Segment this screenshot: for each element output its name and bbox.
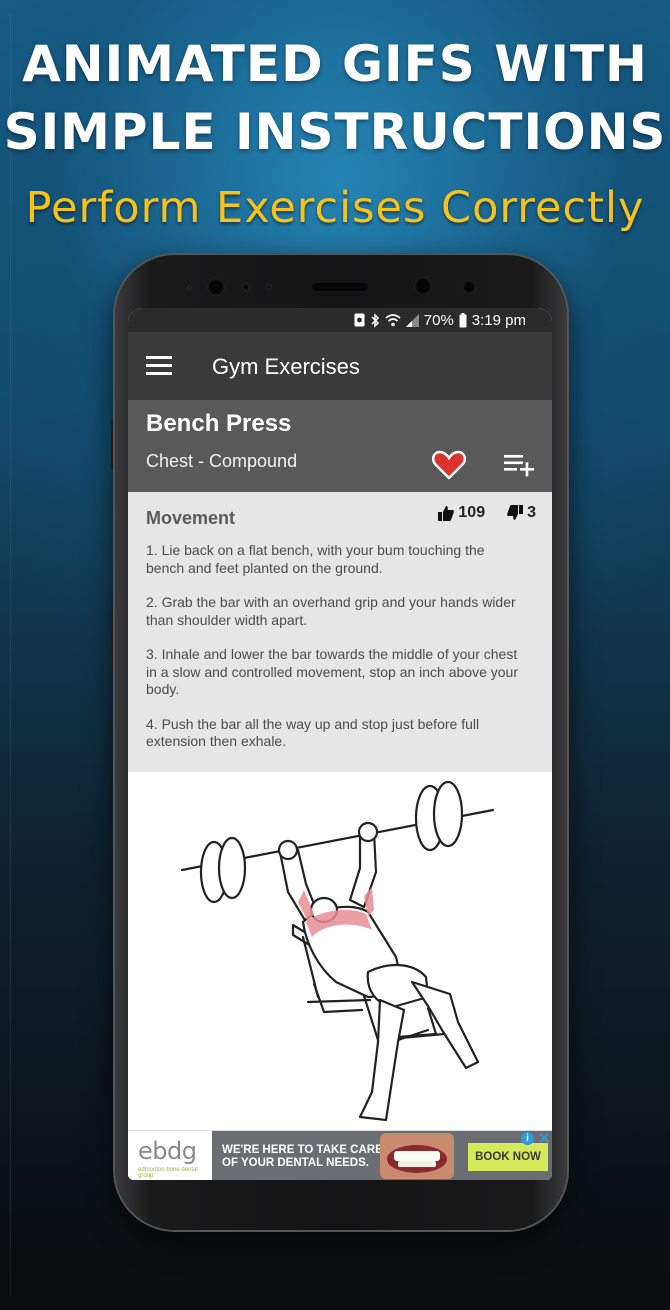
hamburger-menu-icon[interactable] xyxy=(146,356,172,376)
bluetooth-icon xyxy=(371,312,379,328)
ad-text: WE'RE HERE TO TAKE CARE OF YOUR DENTAL N… xyxy=(222,1144,383,1169)
signal-icon xyxy=(405,313,419,327)
phone-iris-camera xyxy=(462,280,476,294)
phone-sensor xyxy=(187,285,192,290)
ad-smile-image xyxy=(380,1133,454,1179)
app-title: Gym Exercises xyxy=(212,354,360,379)
heart-icon xyxy=(431,450,467,480)
thumbs-down-icon[interactable] xyxy=(507,505,524,521)
instruction-step: 2. Grab the bar with an overhand grip an… xyxy=(146,594,516,628)
movement-title: Movement xyxy=(146,508,236,528)
promo-subheadline: Perform Exercises Correctly xyxy=(25,183,645,233)
phone-sensor xyxy=(242,283,250,291)
exercise-animation xyxy=(128,772,552,1134)
ad-logo-subtext: edmonton bone dental group xyxy=(138,1167,198,1179)
instruction-step: 3. Inhale and lower the bar towards the … xyxy=(146,646,518,697)
status-time: 3:19 pm xyxy=(471,311,526,329)
exercise-header: Bench Press Chest - Compound xyxy=(128,400,552,492)
status-bar: 70% 3:19 pm xyxy=(128,308,552,332)
wifi-icon xyxy=(385,313,401,326)
phone-screen: 70% 3:19 pm Gym Exercises Bench Press Ch… xyxy=(128,308,552,1180)
instruction-list: 1. Lie back on a flat bench, with your b… xyxy=(146,542,526,768)
vote-bar: 109 3 xyxy=(438,504,536,522)
ad-info-icon[interactable]: i xyxy=(521,1132,534,1145)
promo-headline-line1: ANIMATED GIFS WITH xyxy=(22,35,648,93)
ad-body: WE'RE HERE TO TAKE CARE OF YOUR DENTAL N… xyxy=(212,1131,552,1180)
phone-sensor xyxy=(266,284,272,290)
instruction-step: 4. Push the bar all the way up and stop … xyxy=(146,715,480,750)
battery-icon xyxy=(459,312,467,327)
promo-headline-line2: SIMPLE INSTRUCTIONS xyxy=(3,103,667,161)
exercise-category: Chest - Compound xyxy=(146,451,298,471)
ad-logo: ebdg edmonton bone dental group xyxy=(128,1131,212,1180)
ad-close-icon[interactable]: ✕ xyxy=(538,1130,550,1147)
ad-book-now-button[interactable]: BOOK NOW xyxy=(468,1143,548,1171)
thumbs-up-icon[interactable] xyxy=(438,505,455,521)
phone-iris-sensor xyxy=(207,278,225,296)
phone-front-camera xyxy=(414,277,432,295)
dislike-count: 3 xyxy=(527,504,536,521)
favorite-button[interactable] xyxy=(431,450,467,480)
app-toolbar: Gym Exercises xyxy=(128,332,552,400)
ad-logo-text: ebdg xyxy=(138,1137,197,1165)
phone-speaker xyxy=(312,283,368,291)
battery-percent: 70% xyxy=(423,311,454,329)
add-to-list-button[interactable] xyxy=(503,452,537,478)
ad-banner[interactable]: ebdg edmonton bone dental group WE'RE HE… xyxy=(128,1130,552,1180)
screenshot-icon xyxy=(354,313,365,327)
playlist-add-icon xyxy=(504,455,534,477)
like-count: 109 xyxy=(458,504,486,521)
exercise-name: Bench Press xyxy=(146,410,292,437)
bench-press-illustration xyxy=(180,780,495,1122)
instruction-step: 1. Lie back on a flat bench, with your b… xyxy=(146,542,485,576)
movement-panel: Movement 109 3 1. Lie back on a flat ben… xyxy=(128,492,552,772)
